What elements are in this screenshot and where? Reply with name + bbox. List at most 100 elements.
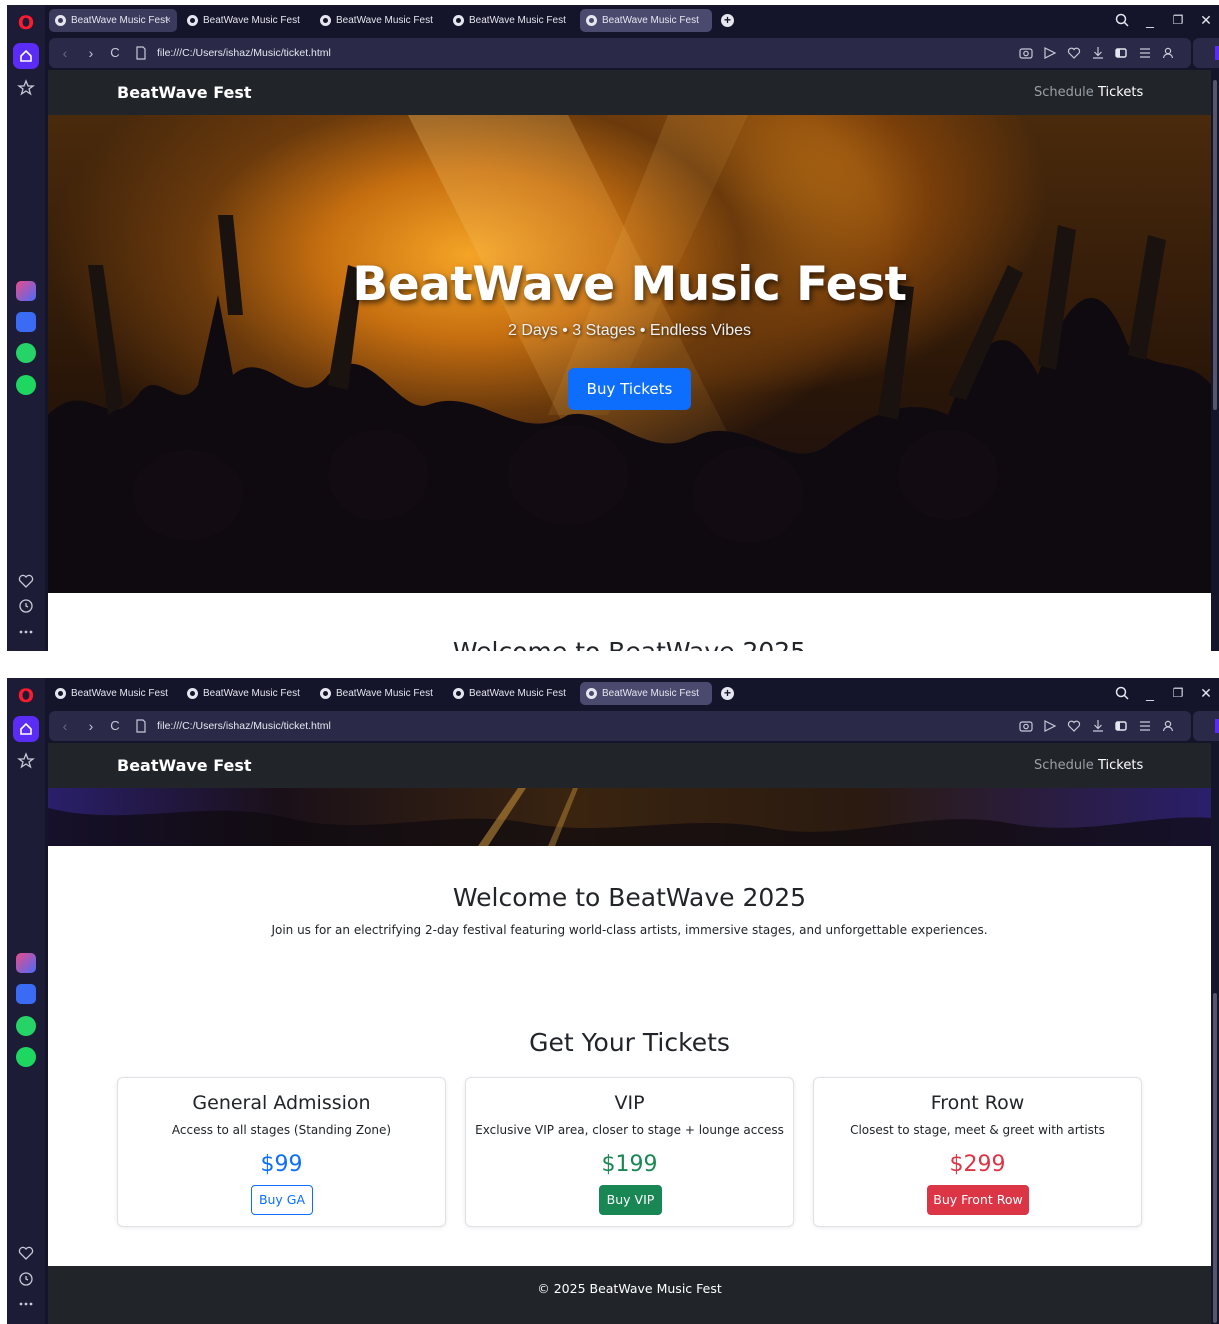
tab-4[interactable]: BeatWave Music Fest [447,682,575,705]
close-window-button[interactable]: ✕ [1196,683,1216,703]
address-bar: ‹ › C file:///C:/Users/ishaz/Music/ticke… [49,711,1191,741]
url-input[interactable]: file:///C:/Users/ishaz/Music/ticket.html [157,38,331,68]
heart-icon[interactable] [1065,44,1083,62]
buy-ga-button[interactable]: Buy GA [251,1185,313,1215]
messenger-icon[interactable] [16,312,36,332]
site-navbar: BeatWave Fest Schedule Tickets [48,70,1211,115]
history-clock-icon[interactable] [16,1269,36,1289]
home-icon[interactable] [13,716,39,742]
buy-tickets-button[interactable]: Buy Tickets [568,368,691,410]
site-brand[interactable]: BeatWave Fest [117,70,252,115]
star-icon[interactable] [16,751,36,771]
forward-icon[interactable]: › [81,716,101,736]
send-icon[interactable] [1041,44,1059,62]
tab-3[interactable]: BeatWave Music Fest [314,9,442,32]
download-icon[interactable] [1089,44,1107,62]
search-icon[interactable] [1112,683,1132,703]
globe-icon [187,15,198,26]
heart-icon[interactable] [16,1243,36,1263]
download-icon[interactable] [1089,717,1107,735]
restore-button[interactable]: ❐ [1168,10,1188,30]
profile-icon[interactable] [1159,717,1177,735]
page-viewport: BeatWave Fest Schedule Tickets BeatWave … [48,70,1211,651]
back-icon[interactable]: ‹ [55,716,75,736]
send-icon[interactable] [1041,717,1059,735]
heart-icon[interactable] [16,571,36,591]
welcome-text: Join us for an electrifying 2-day festiv… [271,923,988,937]
nav-link-tickets[interactable]: Tickets [1098,70,1143,115]
browser-sidebar: O [7,678,45,1324]
extensions-icon[interactable] [1193,711,1219,741]
close-window-button[interactable]: ✕ [1196,10,1216,30]
buy-front-row-button[interactable]: Buy Front Row [927,1185,1029,1215]
address-bar: ‹ › C file:///C:/Users/ishaz/Music/ticke… [49,38,1191,68]
menu-icon[interactable] [1136,44,1154,62]
more-icon[interactable] [16,1294,36,1314]
page-icon [136,719,146,733]
tab-1[interactable]: BeatWave Music Fest [49,682,177,705]
opera-logo-icon[interactable]: O [16,13,36,33]
tab-title: BeatWave Music Fest [336,15,433,26]
url-input[interactable]: file:///C:/Users/ishaz/Music/ticket.html [157,711,331,741]
forward-icon[interactable]: › [81,43,101,63]
back-icon[interactable]: ‹ [55,43,75,63]
tab-5[interactable]: BeatWave Music Fest [580,9,712,32]
browser-window-top: O BeatWave Music Fest × BeatWave Music F… [7,5,1219,651]
scrollbar[interactable] [1211,70,1219,651]
history-clock-icon[interactable] [16,596,36,616]
ticket-description: Exclusive VIP area, closer to stage + lo… [475,1123,784,1137]
camera-icon[interactable] [1017,717,1035,735]
crowd-silhouette-image [48,115,1211,593]
nav-link-schedule[interactable]: Schedule [1034,743,1094,788]
tab-title: BeatWave Music Fest [602,15,699,26]
tab-3[interactable]: BeatWave Music Fest [314,682,442,705]
opera-logo-icon[interactable]: O [16,686,36,706]
scrollbar-thumb[interactable] [1213,993,1217,1323]
aria-icon[interactable] [16,281,36,301]
reload-icon[interactable]: C [105,43,125,63]
home-icon[interactable] [13,43,39,69]
tickets-title: Get Your Tickets [529,1028,730,1057]
sidebar-toggle-icon[interactable] [1112,44,1130,62]
nav-link-tickets[interactable]: Tickets [1098,743,1143,788]
tab-5[interactable]: BeatWave Music Fest [580,682,712,705]
tab-2[interactable]: BeatWave Music Fest [181,682,309,705]
spotify-icon[interactable] [16,375,36,395]
nav-link-schedule[interactable]: Schedule [1034,70,1094,115]
welcome-title: Welcome to BeatWave 2025 [48,637,1211,651]
spotify-icon[interactable] [16,1047,36,1067]
tab-4[interactable]: BeatWave Music Fest [447,9,575,32]
tab-close-icon[interactable]: × [165,9,171,32]
sidebar-toggle-icon[interactable] [1112,717,1130,735]
tab-title: BeatWave Music Fest [602,688,699,699]
more-icon[interactable] [16,622,36,642]
camera-icon[interactable] [1017,44,1035,62]
site-navbar: BeatWave Fest Schedule Tickets [48,743,1211,788]
tab-1[interactable]: BeatWave Music Fest × [49,9,177,32]
heart-icon[interactable] [1065,717,1083,735]
star-icon[interactable] [16,78,36,98]
restore-button[interactable]: ❐ [1168,683,1188,703]
minimize-button[interactable]: _ [1140,10,1160,30]
scrollbar-thumb[interactable] [1213,80,1217,410]
browser-sidebar: O [7,5,45,651]
whatsapp-icon[interactable] [16,1016,36,1036]
globe-icon [586,688,597,699]
scrollbar[interactable] [1211,743,1219,1324]
buy-vip-button[interactable]: Buy VIP [599,1185,662,1215]
new-tab-button[interactable]: + [721,14,734,27]
search-icon[interactable] [1112,10,1132,30]
menu-icon[interactable] [1136,717,1154,735]
tab-2[interactable]: BeatWave Music Fest [181,9,309,32]
reload-icon[interactable]: C [105,716,125,736]
new-tab-button[interactable]: + [721,687,734,700]
minimize-button[interactable]: _ [1140,683,1160,703]
messenger-icon[interactable] [16,984,36,1004]
whatsapp-icon[interactable] [16,343,36,363]
hero-banner-bottom [48,788,1211,846]
aria-icon[interactable] [16,953,36,973]
extensions-icon[interactable] [1193,38,1219,68]
profile-icon[interactable] [1159,44,1177,62]
site-brand[interactable]: BeatWave Fest [117,743,252,788]
globe-icon [453,688,464,699]
